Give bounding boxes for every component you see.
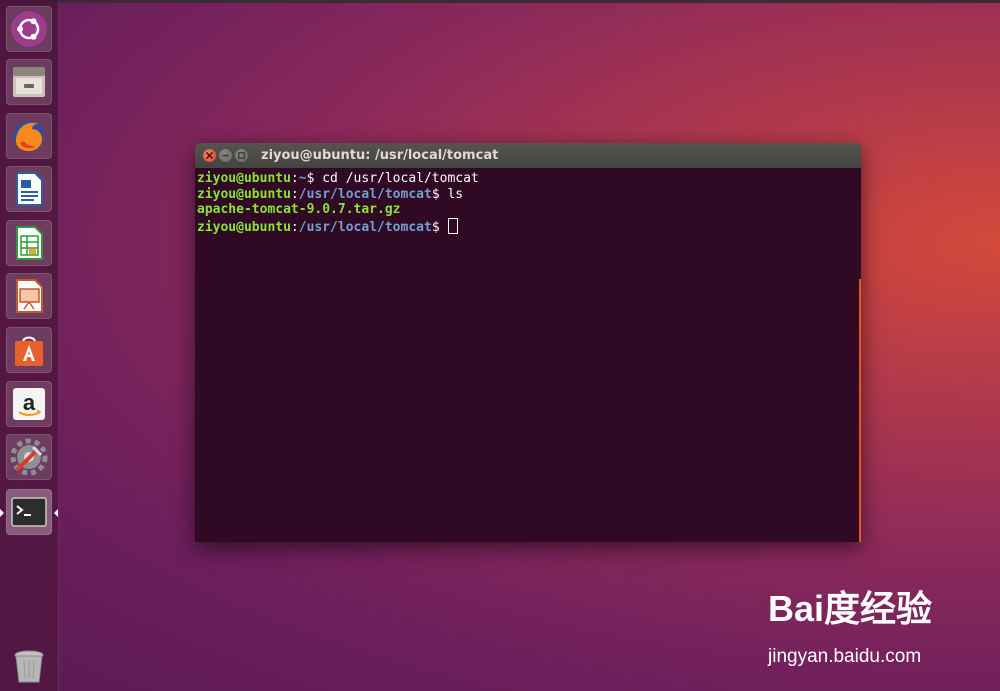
terminal-output[interactable]: ziyou@ubuntu:~$ cd /usr/local/tomcat ziy… [197, 171, 847, 235]
svg-text:a: a [23, 390, 36, 415]
maximize-button[interactable] [235, 149, 248, 162]
text-cursor [448, 217, 459, 234]
prompt-path: /usr/local/tomcat [298, 219, 432, 235]
minimize-button[interactable] [219, 149, 232, 162]
libreoffice-writer-icon [16, 172, 43, 206]
top-panel [0, 0, 1000, 3]
libreoffice-calc-icon [16, 226, 43, 260]
baidu-watermark: Bai度经验 jingyan.baidu.com [768, 580, 993, 670]
prompt-user: ziyou@ubuntu [197, 219, 291, 235]
watermark-logo: Bai度经验 [768, 588, 933, 629]
terminal-window[interactable]: ziyou@ubuntu: /usr/local/tomcat ziyou@ub… [195, 143, 861, 542]
launcher: a [0, 0, 59, 691]
focus-indicator [54, 509, 58, 517]
terminal-line: apache-tomcat-9.0.7.tar.gz [197, 202, 847, 218]
prompt-path: ~ [298, 171, 307, 186]
scrollbar-thumb[interactable] [859, 279, 861, 542]
launcher-item-files[interactable] [6, 59, 52, 105]
close-icon [206, 152, 213, 159]
trash-icon [14, 650, 44, 683]
launcher-item-dash[interactable] [6, 6, 52, 52]
terminal-line: ziyou@ubuntu:~$ cd /usr/local/tomcat [197, 171, 847, 187]
prompt-separator: : [290, 171, 299, 186]
window-titlebar[interactable]: ziyou@ubuntu: /usr/local/tomcat [195, 143, 861, 168]
software-center-icon [15, 336, 43, 366]
prompt-user: ziyou@ubuntu [197, 171, 291, 186]
window-title: ziyou@ubuntu: /usr/local/tomcat [261, 148, 499, 163]
prompt-separator: : [290, 219, 299, 235]
launcher-item-writer[interactable] [6, 166, 52, 212]
prompt-symbol: $ [431, 186, 448, 202]
launcher-item-terminal[interactable] [6, 489, 52, 535]
launcher-item-firefox[interactable] [6, 113, 52, 159]
terminal-line: ziyou@ubuntu:/usr/local/tomcat$ [197, 217, 847, 235]
prompt-path: /usr/local/tomcat [298, 186, 432, 202]
libreoffice-impress-icon [16, 279, 43, 313]
prompt-symbol: $ [431, 219, 448, 235]
launcher-item-impress[interactable] [6, 273, 52, 319]
amazon-icon: a [13, 388, 45, 420]
file-listing: apache-tomcat-9.0.7.tar.gz [197, 202, 401, 217]
launcher-item-software[interactable] [6, 327, 52, 373]
minimize-icon [222, 154, 229, 157]
launcher-item-calc[interactable] [6, 220, 52, 266]
prompt-user: ziyou@ubuntu [197, 186, 291, 202]
prompt-symbol: $ [306, 171, 323, 186]
command-text: cd /usr/local/tomcat [322, 171, 479, 186]
ubuntu-dash-icon [11, 11, 47, 47]
command-text: ls [447, 186, 464, 202]
close-button[interactable] [203, 149, 216, 162]
terminal-line: ziyou@ubuntu:/usr/local/tomcat$ ls [197, 187, 847, 203]
terminal-icon [11, 497, 47, 527]
launcher-item-trash[interactable] [6, 642, 52, 688]
active-indicator [0, 509, 4, 517]
files-icon [13, 67, 45, 97]
prompt-separator: : [290, 186, 299, 202]
launcher-item-amazon[interactable]: a [6, 381, 52, 427]
launcher-item-settings[interactable] [6, 434, 52, 480]
maximize-icon [238, 152, 245, 159]
system-settings-icon [10, 438, 48, 476]
firefox-icon [14, 121, 44, 152]
watermark-url: jingyan.baidu.com [768, 646, 922, 667]
